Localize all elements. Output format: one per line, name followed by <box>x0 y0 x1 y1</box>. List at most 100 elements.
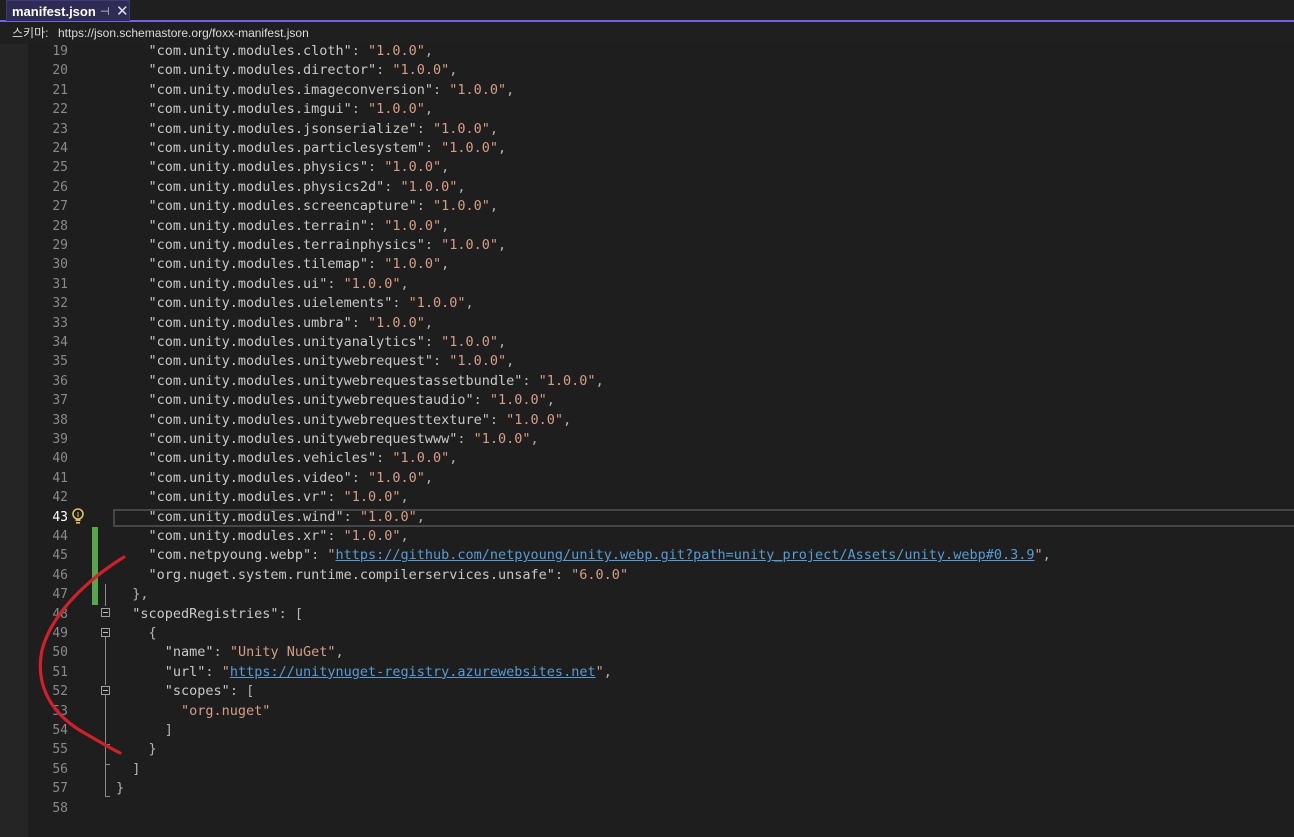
code-text[interactable]: "com.unity.modules.unityanalytics": "1.0… <box>116 333 507 352</box>
code-line[interactable]: 23 "com.unity.modules.jsonserialize": "1… <box>0 120 1294 139</box>
code-line[interactable]: 44 "com.unity.modules.xr": "1.0.0", <box>0 527 1294 546</box>
code-line[interactable]: 26 "com.unity.modules.physics2d": "1.0.0… <box>0 178 1294 197</box>
code-line[interactable]: 22 "com.unity.modules.imgui": "1.0.0", <box>0 100 1294 119</box>
code-line[interactable]: 38 "com.unity.modules.unitywebrequesttex… <box>0 411 1294 430</box>
json-string: "1.0.0" <box>367 469 425 486</box>
code-text[interactable]: "com.unity.modules.cloth": "1.0.0", <box>116 42 434 61</box>
code-line[interactable]: 45 "com.netpyoung.webp": "https://github… <box>0 546 1294 565</box>
code-line[interactable]: 33 "com.unity.modules.umbra": "1.0.0", <box>0 314 1294 333</box>
code-text[interactable]: "com.unity.modules.physics": "1.0.0", <box>116 158 450 177</box>
punctuation: , <box>424 469 434 486</box>
code-line[interactable]: 47 }, <box>0 585 1294 604</box>
code-text[interactable]: ] <box>116 721 173 740</box>
code-line[interactable]: 24 "com.unity.modules.particlesystem": "… <box>0 139 1294 158</box>
code-line[interactable]: 36 "com.unity.modules.unitywebrequestass… <box>0 372 1294 391</box>
code-text[interactable]: "com.unity.modules.imageconversion": "1.… <box>116 81 515 100</box>
json-string: "1.0.0" <box>384 256 442 273</box>
hyperlink[interactable]: https://unitynuget-registry.azurewebsite… <box>230 664 596 680</box>
json-key: "com.unity.modules.umbra" <box>148 314 352 331</box>
code-line[interactable]: 29 "com.unity.modules.terrainphysics": "… <box>0 236 1294 255</box>
code-line[interactable]: 40 "com.unity.modules.vehicles": "1.0.0"… <box>0 449 1294 468</box>
code-text[interactable]: "com.unity.modules.terrainphysics": "1.0… <box>116 236 507 255</box>
code-text[interactable]: "scopedRegistries": [ <box>116 605 303 624</box>
code-text[interactable]: "com.unity.modules.video": "1.0.0", <box>116 469 434 488</box>
json-key: "com.unity.modules.unitywebrequest" <box>148 353 433 370</box>
code-line[interactable]: 54 ] <box>0 721 1294 740</box>
code-line[interactable]: 27 "com.unity.modules.screencapture": "1… <box>0 197 1294 216</box>
code-line[interactable]: 53 "org.nuget" <box>0 702 1294 721</box>
code-text[interactable]: "scopes": [ <box>116 682 254 701</box>
code-text[interactable]: "url": "https://unitynuget-registry.azur… <box>116 663 612 682</box>
json-string: "1.0.0" <box>343 489 401 506</box>
code-text[interactable]: "com.unity.modules.xr": "1.0.0", <box>116 527 409 546</box>
tab-title[interactable]: manifest.json <box>12 4 96 19</box>
code-line[interactable]: 31 "com.unity.modules.ui": "1.0.0", <box>0 275 1294 294</box>
code-text[interactable]: "com.unity.modules.terrain": "1.0.0", <box>116 217 450 236</box>
line-number: 54 <box>52 723 68 738</box>
code-line[interactable]: 35 "com.unity.modules.unitywebrequest": … <box>0 352 1294 371</box>
line-number: 40 <box>52 451 68 467</box>
code-text[interactable]: "com.unity.modules.vehicles": "1.0.0", <box>116 449 458 468</box>
code-text[interactable]: { <box>116 624 157 643</box>
code-text[interactable]: } <box>116 779 124 798</box>
code-line[interactable]: 39 "com.unity.modules.unitywebrequestwww… <box>0 430 1294 449</box>
code-text[interactable]: "com.unity.modules.jsonserialize": "1.0.… <box>116 120 499 139</box>
code-text[interactable]: "com.unity.modules.screencapture": "1.0.… <box>116 197 499 216</box>
code-line[interactable]: 49 { <box>0 624 1294 643</box>
code-line[interactable]: 48 "scopedRegistries": [ <box>0 605 1294 624</box>
code-line[interactable]: 32 "com.unity.modules.uielements": "1.0.… <box>0 294 1294 313</box>
punctuation: : <box>367 159 385 176</box>
code-text[interactable]: "com.unity.modules.umbra": "1.0.0", <box>116 314 434 333</box>
code-text[interactable]: "com.unity.modules.unitywebrequestassetb… <box>116 372 604 391</box>
hyperlink[interactable]: https://github.com/netpyoung/unity.webp.… <box>335 547 1034 563</box>
code-line[interactable]: 21 "com.unity.modules.imageconversion": … <box>0 81 1294 100</box>
code-line[interactable]: 25 "com.unity.modules.physics": "1.0.0", <box>0 158 1294 177</box>
code-text[interactable]: "com.unity.modules.unitywebrequestwww": … <box>116 430 539 449</box>
code-line[interactable]: 46 "org.nuget.system.runtime.compilerser… <box>0 566 1294 585</box>
code-text[interactable]: "com.unity.modules.uielements": "1.0.0", <box>116 294 474 313</box>
code-line[interactable]: 30 "com.unity.modules.tilemap": "1.0.0", <box>0 255 1294 274</box>
code-text[interactable]: "org.nuget" <box>116 702 270 721</box>
code-line[interactable]: 50 "name": "Unity NuGet", <box>0 643 1294 662</box>
code-line[interactable]: 28 "com.unity.modules.terrain": "1.0.0", <box>0 217 1294 236</box>
code-line[interactable]: 52 "scopes": [ <box>0 682 1294 701</box>
code-text[interactable]: "name": "Unity NuGet", <box>116 643 344 662</box>
code-line[interactable]: 37 "com.unity.modules.unitywebrequestaud… <box>0 391 1294 410</box>
code-line[interactable]: 57} <box>0 779 1294 798</box>
pin-icon[interactable]: ⊣ <box>100 5 110 18</box>
code-text[interactable]: "com.unity.modules.unitywebrequestaudio"… <box>116 391 555 410</box>
tab-manifest-json[interactable]: manifest.json ⊣ ✕ <box>6 0 130 21</box>
code-text[interactable]: "com.netpyoung.webp": "https://github.co… <box>116 546 1051 565</box>
code-text[interactable]: "com.unity.modules.imgui": "1.0.0", <box>116 100 434 119</box>
code-line[interactable]: 43 "com.unity.modules.wind": "1.0.0", <box>0 508 1294 527</box>
schema-url[interactable]: https://json.schemastore.org/foxx-manife… <box>58 22 309 44</box>
code-text[interactable]: "org.nuget.system.runtime.compilerservic… <box>116 566 629 585</box>
code-text[interactable]: } <box>116 740 157 759</box>
code-text[interactable]: "com.unity.modules.particlesystem": "1.0… <box>116 139 507 158</box>
code-text[interactable]: "com.unity.modules.wind": "1.0.0", <box>116 508 425 527</box>
close-icon[interactable]: ✕ <box>116 2 129 20</box>
code-line[interactable]: 42 "com.unity.modules.vr": "1.0.0", <box>0 488 1294 507</box>
punctuation: : <box>367 256 385 273</box>
code-text[interactable]: "com.unity.modules.tilemap": "1.0.0", <box>116 255 450 274</box>
punctuation <box>116 567 149 583</box>
code-line[interactable]: 19 "com.unity.modules.cloth": "1.0.0", <box>0 42 1294 61</box>
code-text[interactable]: ] <box>116 760 140 779</box>
code-line[interactable]: 56 ] <box>0 760 1294 779</box>
code-line[interactable]: 51 "url": "https://unitynuget-registry.a… <box>0 663 1294 682</box>
code-line[interactable]: 58 <box>0 799 1294 818</box>
json-key: "com.unity.modules.unitywebrequestwww" <box>148 431 458 447</box>
code-editor[interactable]: 19 "com.unity.modules.cloth": "1.0.0", 20… <box>0 42 1294 837</box>
code-line[interactable]: 55 } <box>0 740 1294 759</box>
code-line[interactable]: 34 "com.unity.modules.unityanalytics": "… <box>0 333 1294 352</box>
code-text[interactable]: "com.unity.modules.unitywebrequesttextur… <box>116 411 572 430</box>
code-text[interactable]: "com.unity.modules.ui": "1.0.0", <box>116 275 409 294</box>
code-text[interactable]: }, <box>116 585 148 604</box>
code-text[interactable]: "com.unity.modules.vr": "1.0.0", <box>116 488 409 507</box>
code-line[interactable]: 20 "com.unity.modules.director": "1.0.0"… <box>0 61 1294 80</box>
code-text[interactable]: "com.unity.modules.unitywebrequest": "1.… <box>116 352 515 371</box>
code-text[interactable]: "com.unity.modules.director": "1.0.0", <box>116 61 458 80</box>
line-number: 50 <box>52 645 68 661</box>
code-text[interactable]: "com.unity.modules.physics2d": "1.0.0", <box>116 178 466 197</box>
code-line[interactable]: 41 "com.unity.modules.video": "1.0.0", <box>0 469 1294 488</box>
